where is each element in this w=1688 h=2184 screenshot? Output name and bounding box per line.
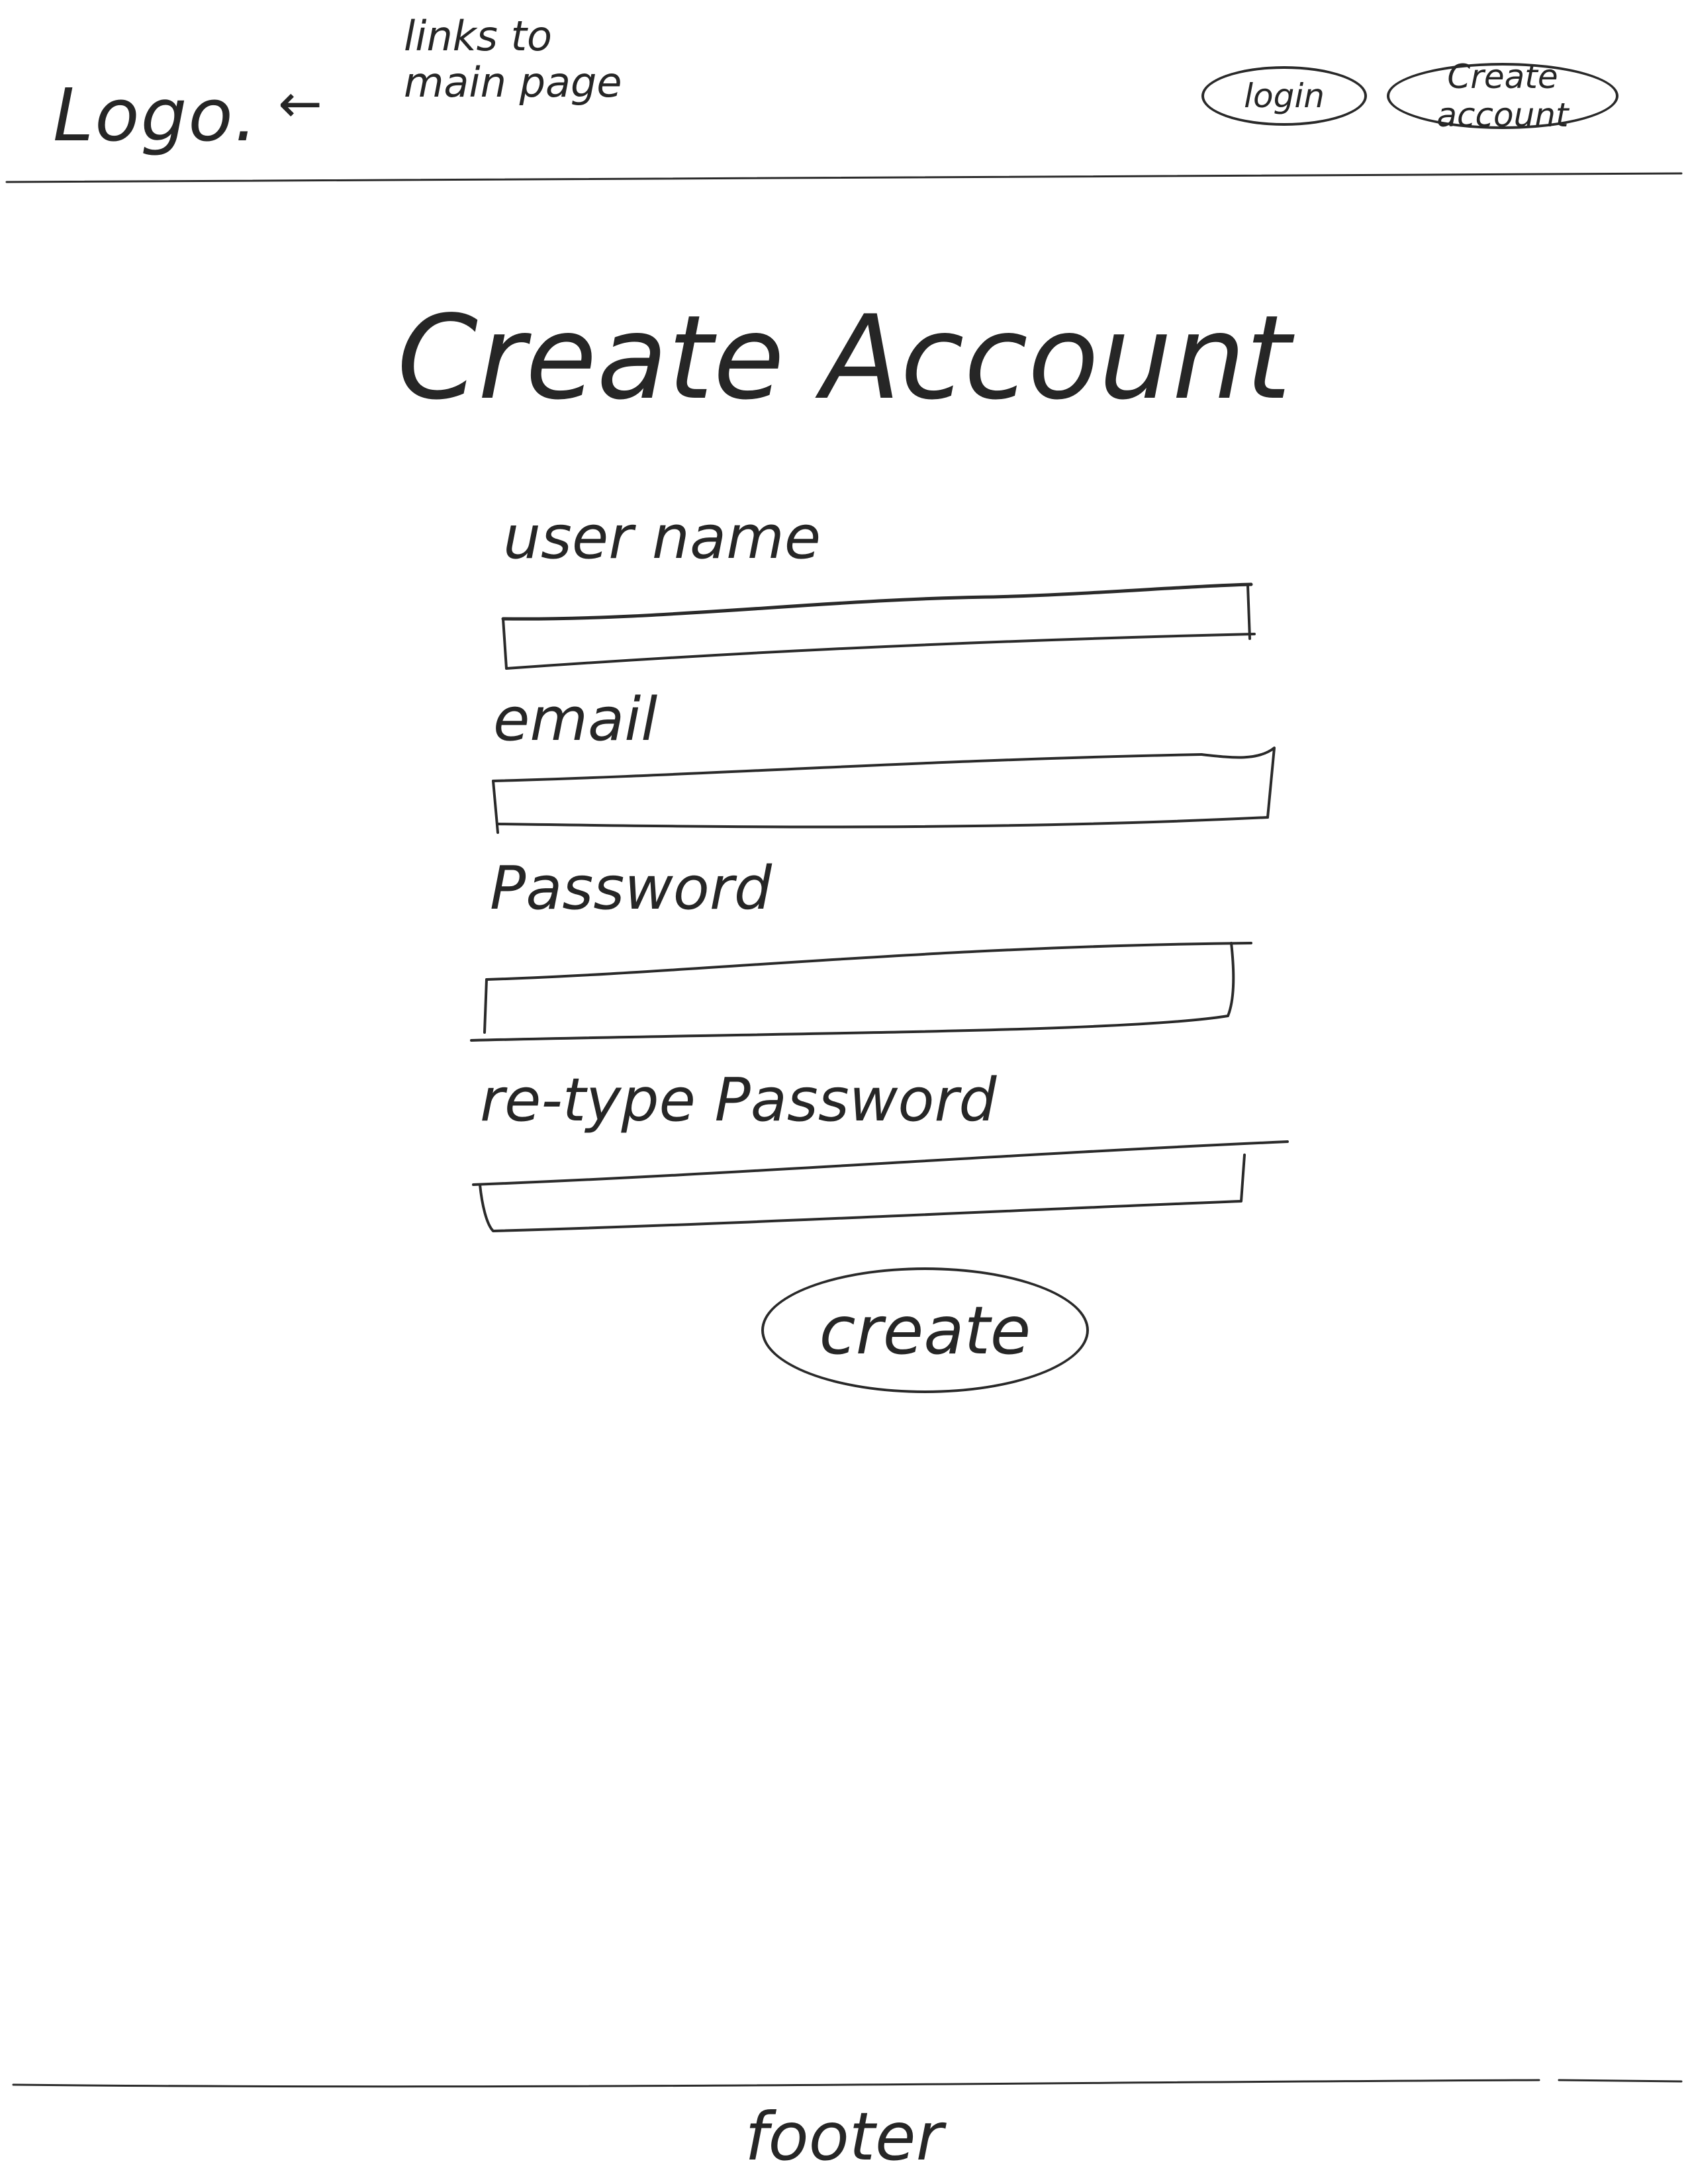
header-divider (5, 172, 1683, 183)
retype-password-input[interactable] (480, 1155, 1241, 1221)
page-title: Create Account (397, 291, 1291, 426)
email-input[interactable] (496, 758, 1264, 824)
logo[interactable]: Logo. (53, 73, 259, 158)
footer-divider (12, 2079, 1683, 2088)
arrow-left-icon: ← (278, 73, 323, 134)
email-label: email (493, 685, 658, 754)
password-input[interactable] (487, 950, 1228, 1016)
logo-annotation: links to main page (404, 12, 622, 107)
create-button[interactable]: create (761, 1267, 1089, 1393)
login-button[interactable]: login (1201, 66, 1367, 126)
create-account-nav-button[interactable]: Create account (1387, 58, 1618, 134)
username-label: user name (503, 503, 821, 572)
username-input[interactable] (506, 596, 1248, 662)
password-label: Password (490, 854, 773, 923)
footer: footer (745, 2098, 943, 2175)
retype-password-label: re-type Password (480, 1066, 997, 1135)
